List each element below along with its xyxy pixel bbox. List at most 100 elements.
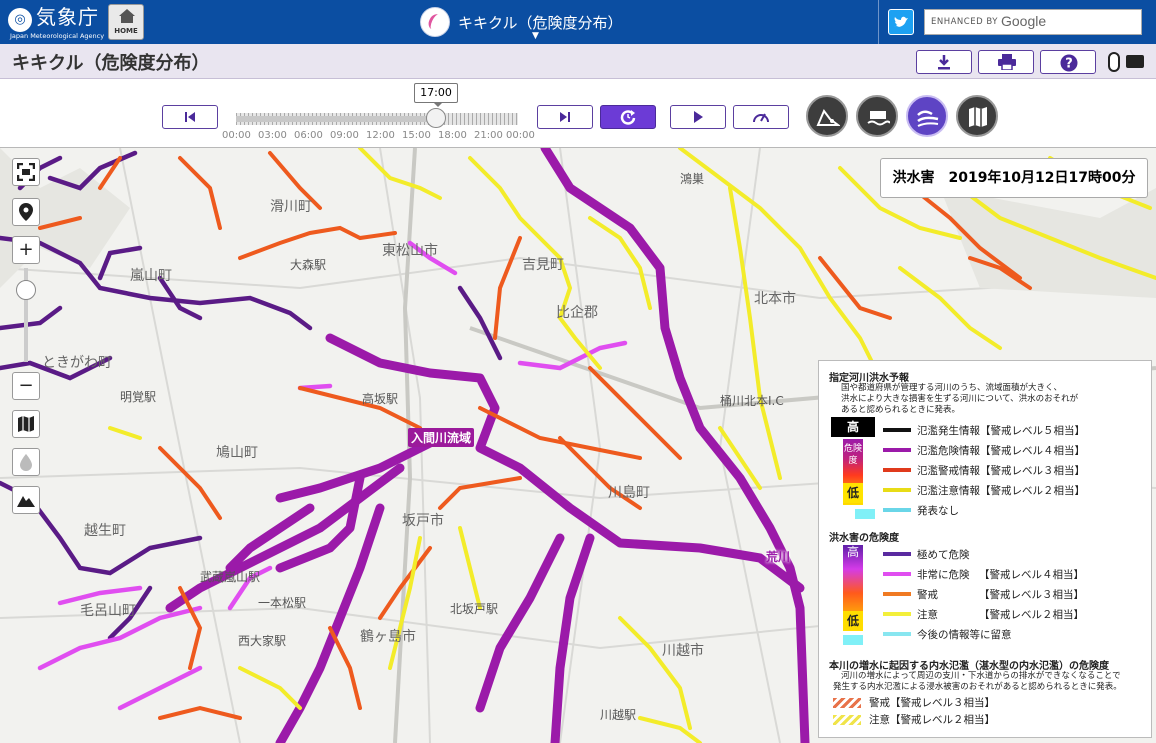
hazard-scale: 高 低 — [831, 545, 875, 645]
speed-button[interactable] — [733, 105, 789, 129]
jma-mark-icon: ◎ — [8, 8, 32, 32]
play-icon — [694, 111, 703, 123]
landslide-icon — [816, 109, 840, 126]
flood-icon — [917, 110, 939, 127]
place-label: 坂戸市 — [402, 513, 444, 529]
place-label: 川越市 — [662, 643, 704, 659]
legend-note: 発生する内水氾濫による浸水被害のおそれがあると認められるときに発表。 — [833, 682, 1122, 692]
home-icon — [119, 9, 135, 23]
river-area-label: 入間川流域 — [408, 428, 475, 447]
time-tick: 18:00 — [438, 130, 467, 141]
svg-text:?: ? — [1065, 57, 1073, 72]
legend-note: あると認められるときに発表。 — [841, 405, 961, 415]
place-label: 西大家駅 — [238, 634, 287, 648]
date-time-label: 洪水害 2019年10月12日17時00分 — [880, 158, 1148, 198]
legend-hatch-swatch — [833, 715, 861, 725]
map-icon — [969, 107, 987, 127]
play-button[interactable] — [670, 105, 726, 129]
terrain-button[interactable] — [12, 486, 40, 514]
home-button[interactable]: HOME — [108, 4, 144, 40]
title-bar: キキクル（危険度分布） ? — [0, 44, 1156, 79]
base-map-button[interactable] — [12, 410, 40, 438]
inundation-icon — [867, 111, 890, 126]
last-frame-button[interactable] — [537, 105, 593, 129]
time-slider-fill — [236, 116, 436, 122]
help-icon: ? — [1060, 54, 1078, 72]
place-label: 鶴ヶ島市 — [360, 629, 416, 645]
search-brand: Google — [1001, 13, 1047, 29]
time-tick: 15:00 — [402, 130, 431, 141]
drop-icon — [20, 454, 32, 471]
help-button[interactable]: ? — [1040, 50, 1096, 74]
river-label: 荒川 — [766, 550, 791, 564]
latest-button[interactable] — [600, 105, 656, 129]
map-icon — [18, 416, 34, 432]
time-slider-thumb[interactable] — [426, 108, 446, 128]
print-icon — [998, 54, 1016, 70]
place-label: 明覚駅 — [120, 390, 157, 404]
speed-icon — [753, 113, 769, 123]
place-label: 越生町 — [84, 523, 126, 539]
jma-logo[interactable]: ◎ 気象庁 Japan Meteorological Agency — [8, 4, 104, 40]
scale-none — [843, 635, 863, 645]
current-time-tooltip: 17:00 — [414, 83, 458, 107]
first-icon — [185, 112, 195, 122]
time-tick: 00:00 — [222, 130, 251, 141]
inundation-layer-button[interactable] — [856, 95, 898, 137]
mouse-icon[interactable] — [1108, 52, 1120, 72]
zoom-in-button[interactable]: + — [12, 236, 40, 264]
time-tick: 21:00 — [474, 130, 503, 141]
place-label: 東松山市 — [382, 243, 438, 259]
map-layer-button[interactable] — [956, 95, 998, 137]
location-pin-icon — [19, 203, 33, 221]
place-label: 北坂戸駅 — [450, 602, 499, 616]
place-label: 桶川北本I.C — [720, 394, 784, 408]
time-tick: 09:00 — [330, 130, 359, 141]
keyboard-icon[interactable] — [1126, 55, 1144, 68]
place-label: 川島町 — [608, 485, 650, 501]
app-selector[interactable]: キキクル（危険度分布） ▼ — [420, 4, 640, 41]
landslide-layer-button[interactable] — [806, 95, 848, 137]
place-label: 滑川町 — [270, 199, 312, 215]
place-label: 吉見町 — [522, 257, 564, 273]
scale-low: 低 — [843, 611, 863, 631]
legend-note: 河川の増水によって周辺の支川・下水道からの排水ができなくなることで — [841, 671, 1121, 681]
fullscreen-button[interactable] — [12, 158, 40, 186]
download-button[interactable] — [916, 50, 972, 74]
download-icon — [938, 55, 950, 70]
zoom-out-button[interactable]: − — [12, 372, 40, 400]
forecast-scale: 高 危険度 低 — [831, 417, 875, 521]
place-label: 北本市 — [754, 291, 796, 307]
zoom-slider-knob[interactable] — [16, 280, 36, 300]
legend-section-title: 本川の増水に起因する内水氾濫（湛水型の内水氾濫）の危険度 — [829, 661, 1109, 672]
time-tick: 03:00 — [258, 130, 287, 141]
locate-button[interactable] — [12, 198, 40, 226]
chevron-down-icon: ▼ — [532, 31, 539, 41]
place-label: ときがわ町 — [42, 355, 112, 371]
first-frame-button[interactable] — [162, 105, 218, 129]
time-tick: 06:00 — [294, 130, 323, 141]
place-label: 大森駅 — [290, 258, 327, 272]
legend-note: 洪水により大きな損害を生ずる河川について、洪水のおそれが — [841, 394, 1079, 404]
print-button[interactable] — [978, 50, 1034, 74]
place-label: 高坂駅 — [362, 392, 399, 406]
app-name: キキクル（危険度分布） — [458, 14, 623, 32]
kikikuru-app-icon — [420, 7, 450, 37]
place-label: 嵐山町 — [130, 268, 172, 284]
agency-name-en: Japan Meteorological Agency — [10, 32, 105, 40]
latest-icon — [620, 110, 636, 125]
time-tick: 00:00 — [506, 130, 535, 141]
place-label: 毛呂山町 — [80, 603, 136, 619]
scale-high: 高 — [831, 417, 875, 437]
scale-low: 低 — [843, 483, 863, 503]
site-search-input[interactable]: ENHANCED BY Google — [924, 9, 1142, 35]
flood-layer-button[interactable] — [906, 95, 948, 137]
twitter-icon[interactable] — [888, 9, 914, 35]
last-icon — [560, 112, 570, 122]
time-ticks: 00:00 03:00 06:00 09:00 12:00 15:00 18:0… — [222, 130, 542, 144]
place-label: 武蔵嵐山駅 — [200, 570, 261, 584]
search-prefix: ENHANCED BY — [931, 17, 998, 27]
time-tick: 12:00 — [366, 130, 395, 141]
rain-layer-button[interactable] — [12, 448, 40, 476]
legend-section-title: 洪水害の危険度 — [829, 533, 899, 544]
